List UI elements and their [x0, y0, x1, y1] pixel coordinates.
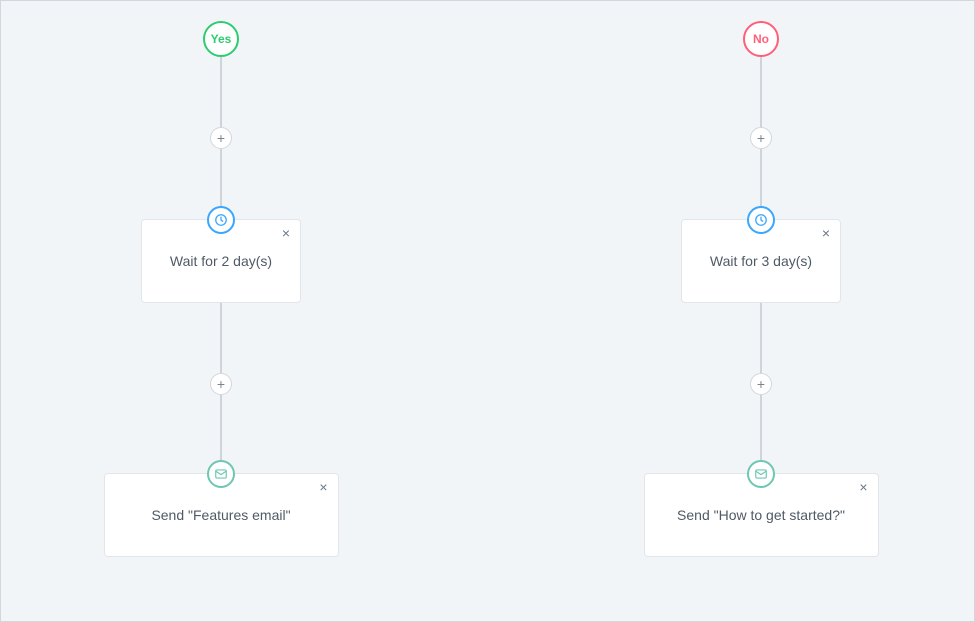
close-icon[interactable]: × — [822, 226, 830, 240]
plus-icon: + — [217, 130, 225, 146]
branch-no: No + × Wait for 3 day(s) + × Send "How t… — [661, 21, 861, 557]
wait-step-card[interactable]: × Wait for 2 day(s) — [141, 219, 301, 303]
email-step-label: Send "How to get started?" — [677, 507, 845, 523]
email-step-card[interactable]: × Send "How to get started?" — [644, 473, 879, 557]
close-icon[interactable]: × — [859, 480, 867, 494]
outcome-circle-yes[interactable]: Yes — [203, 21, 239, 57]
add-step-button[interactable]: + — [750, 127, 772, 149]
connector — [760, 303, 762, 373]
outcome-circle-no[interactable]: No — [743, 21, 779, 57]
wait-step-label: Wait for 2 day(s) — [170, 253, 272, 269]
outcome-label: No — [753, 32, 769, 46]
outcome-label: Yes — [211, 32, 232, 46]
connector — [760, 57, 762, 127]
wait-step-card[interactable]: × Wait for 3 day(s) — [681, 219, 841, 303]
mail-icon — [747, 460, 775, 488]
plus-icon: + — [757, 130, 765, 146]
clock-icon — [207, 206, 235, 234]
add-step-button[interactable]: + — [750, 373, 772, 395]
close-icon[interactable]: × — [282, 226, 290, 240]
email-step-label: Send "Features email" — [151, 507, 290, 523]
close-icon[interactable]: × — [319, 480, 327, 494]
connector — [220, 303, 222, 373]
connector — [220, 57, 222, 127]
add-step-button[interactable]: + — [210, 127, 232, 149]
mail-icon — [207, 460, 235, 488]
wait-step-label: Wait for 3 day(s) — [710, 253, 812, 269]
email-step-card[interactable]: × Send "Features email" — [104, 473, 339, 557]
plus-icon: + — [217, 376, 225, 392]
clock-icon — [747, 206, 775, 234]
branch-yes: Yes + × Wait for 2 day(s) + × Send "Feat… — [121, 21, 321, 557]
add-step-button[interactable]: + — [210, 373, 232, 395]
plus-icon: + — [757, 376, 765, 392]
